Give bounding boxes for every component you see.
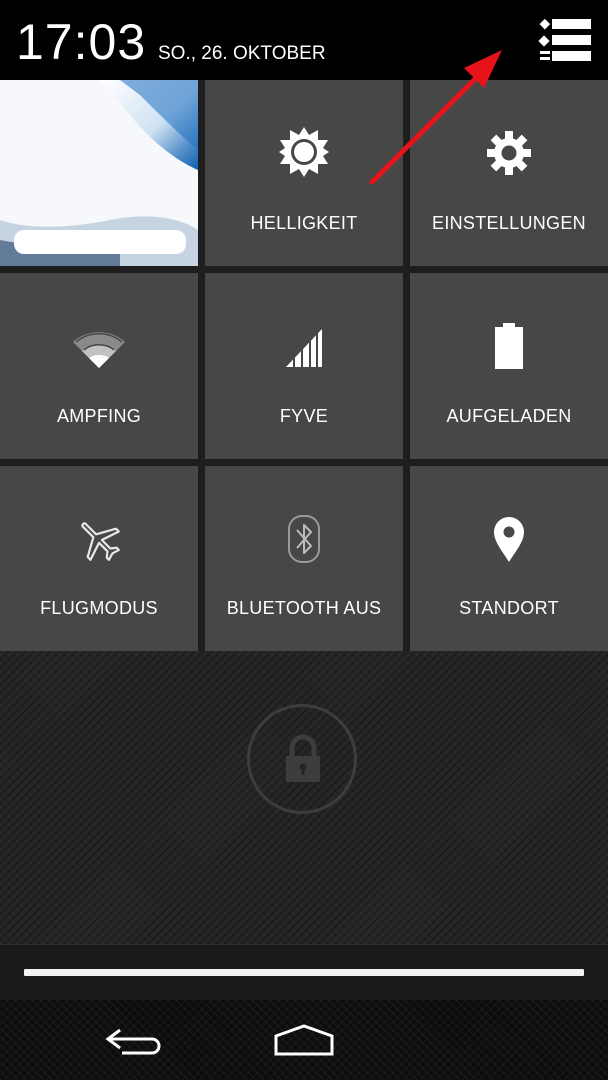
user-photo [0, 80, 198, 266]
back-button[interactable] [100, 1022, 166, 1062]
sun-icon [279, 127, 329, 177]
back-icon [105, 1028, 161, 1055]
bluetooth-icon [288, 515, 320, 563]
home-icon [274, 1024, 334, 1056]
tile-wifi-label: AMPFING [56, 406, 142, 426]
tile-mobile-data[interactable]: FYVE [205, 273, 403, 459]
tile-location-label: STANDORT [459, 598, 559, 618]
tile-settings-label: EINSTELLUNGEN [432, 213, 586, 233]
date: SO., 26. OKTOBER [158, 43, 326, 64]
drag-handle[interactable] [24, 969, 584, 976]
navigation-bar [0, 1000, 608, 1080]
annotation-arrow-icon [369, 50, 502, 185]
quick-settings-handle-strip [0, 944, 608, 1001]
quick-settings-screen: 17:03 SO., 26. OKTOBER HELLIGKEIT EINSTE… [0, 0, 608, 1080]
clock: 17:03 [16, 14, 147, 70]
tile-battery[interactable]: AUFGELADEN [410, 273, 608, 459]
tile-bluetooth[interactable]: BLUETOOTH AUS [205, 466, 403, 651]
location-pin-icon [494, 517, 524, 562]
tile-bluetooth-label: BLUETOOTH AUS [226, 598, 382, 618]
signal-icon [286, 327, 322, 369]
tile-battery-label: AUFGELADEN [446, 406, 572, 426]
unlock-button[interactable] [247, 704, 357, 814]
wifi-icon [73, 332, 125, 368]
home-button[interactable] [270, 1020, 338, 1060]
notification-list-button[interactable] [536, 16, 594, 66]
airplane-icon [81, 522, 120, 561]
lock-icon [286, 734, 320, 782]
tile-location[interactable]: STANDORT [410, 466, 608, 651]
battery-icon [495, 323, 523, 369]
tile-brightness-label: HELLIGKEIT [250, 213, 358, 233]
notification-list-icon [538, 18, 591, 61]
tile-wifi[interactable]: AMPFING [0, 273, 198, 459]
tile-airplane-mode[interactable]: FLUGMODUS [0, 466, 198, 651]
lockscreen-area [0, 651, 608, 944]
tile-airplane-mode-label: FLUGMODUS [40, 598, 158, 618]
tile-user[interactable] [0, 80, 198, 266]
tile-mobile-data-label: FYVE [279, 406, 329, 426]
